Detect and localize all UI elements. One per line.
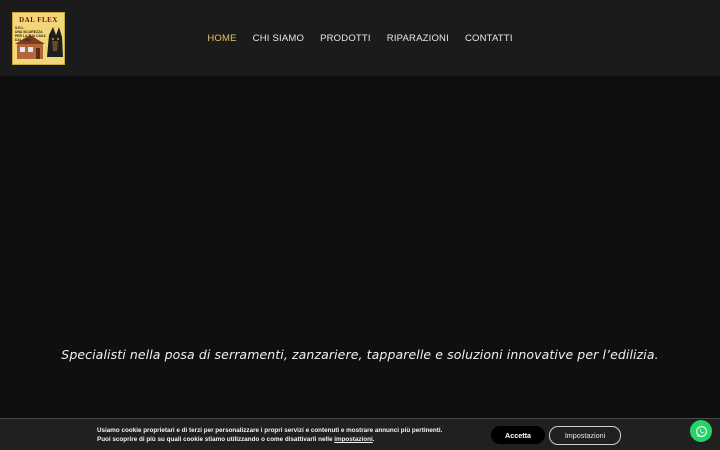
nav-item-riparazioni[interactable]: RIPARAZIONI	[387, 33, 449, 44]
nav-item-home[interactable]: HOME	[207, 33, 236, 44]
settings-button[interactable]: Impostazioni	[549, 426, 621, 445]
cookie-settings-link[interactable]: impostazioni	[334, 436, 372, 443]
nav-item-contatti[interactable]: CONTATTI	[465, 33, 513, 44]
cookie-message: Usiamo cookie proprietari e di terzi per…	[97, 426, 477, 444]
site-header: DAL FLEX S.R.L. UNA SICUREZZA PER LA TUA…	[0, 0, 720, 76]
cookie-message-line2: Puoi scoprire di più su quali cookie sti…	[97, 436, 335, 443]
hero-tagline: Specialisti nella posa di serramenti, za…	[61, 347, 659, 362]
whatsapp-button[interactable]	[690, 420, 712, 442]
accept-button[interactable]: Accetta	[491, 426, 545, 444]
whatsapp-icon	[695, 425, 707, 437]
cookie-banner: Usiamo cookie proprietari e di terzi per…	[0, 418, 720, 450]
cookie-message-line1: Usiamo cookie proprietari e di terzi per…	[97, 427, 443, 434]
cookie-message-end: .	[372, 436, 375, 443]
nav-item-prodotti[interactable]: PRODOTTI	[320, 33, 371, 44]
nav-item-chi-siamo[interactable]: CHI SIAMO	[253, 33, 304, 44]
hero-section	[0, 76, 720, 418]
main-nav: HOME CHI SIAMO PRODOTTI RIPARAZIONI CONT…	[0, 0, 720, 76]
